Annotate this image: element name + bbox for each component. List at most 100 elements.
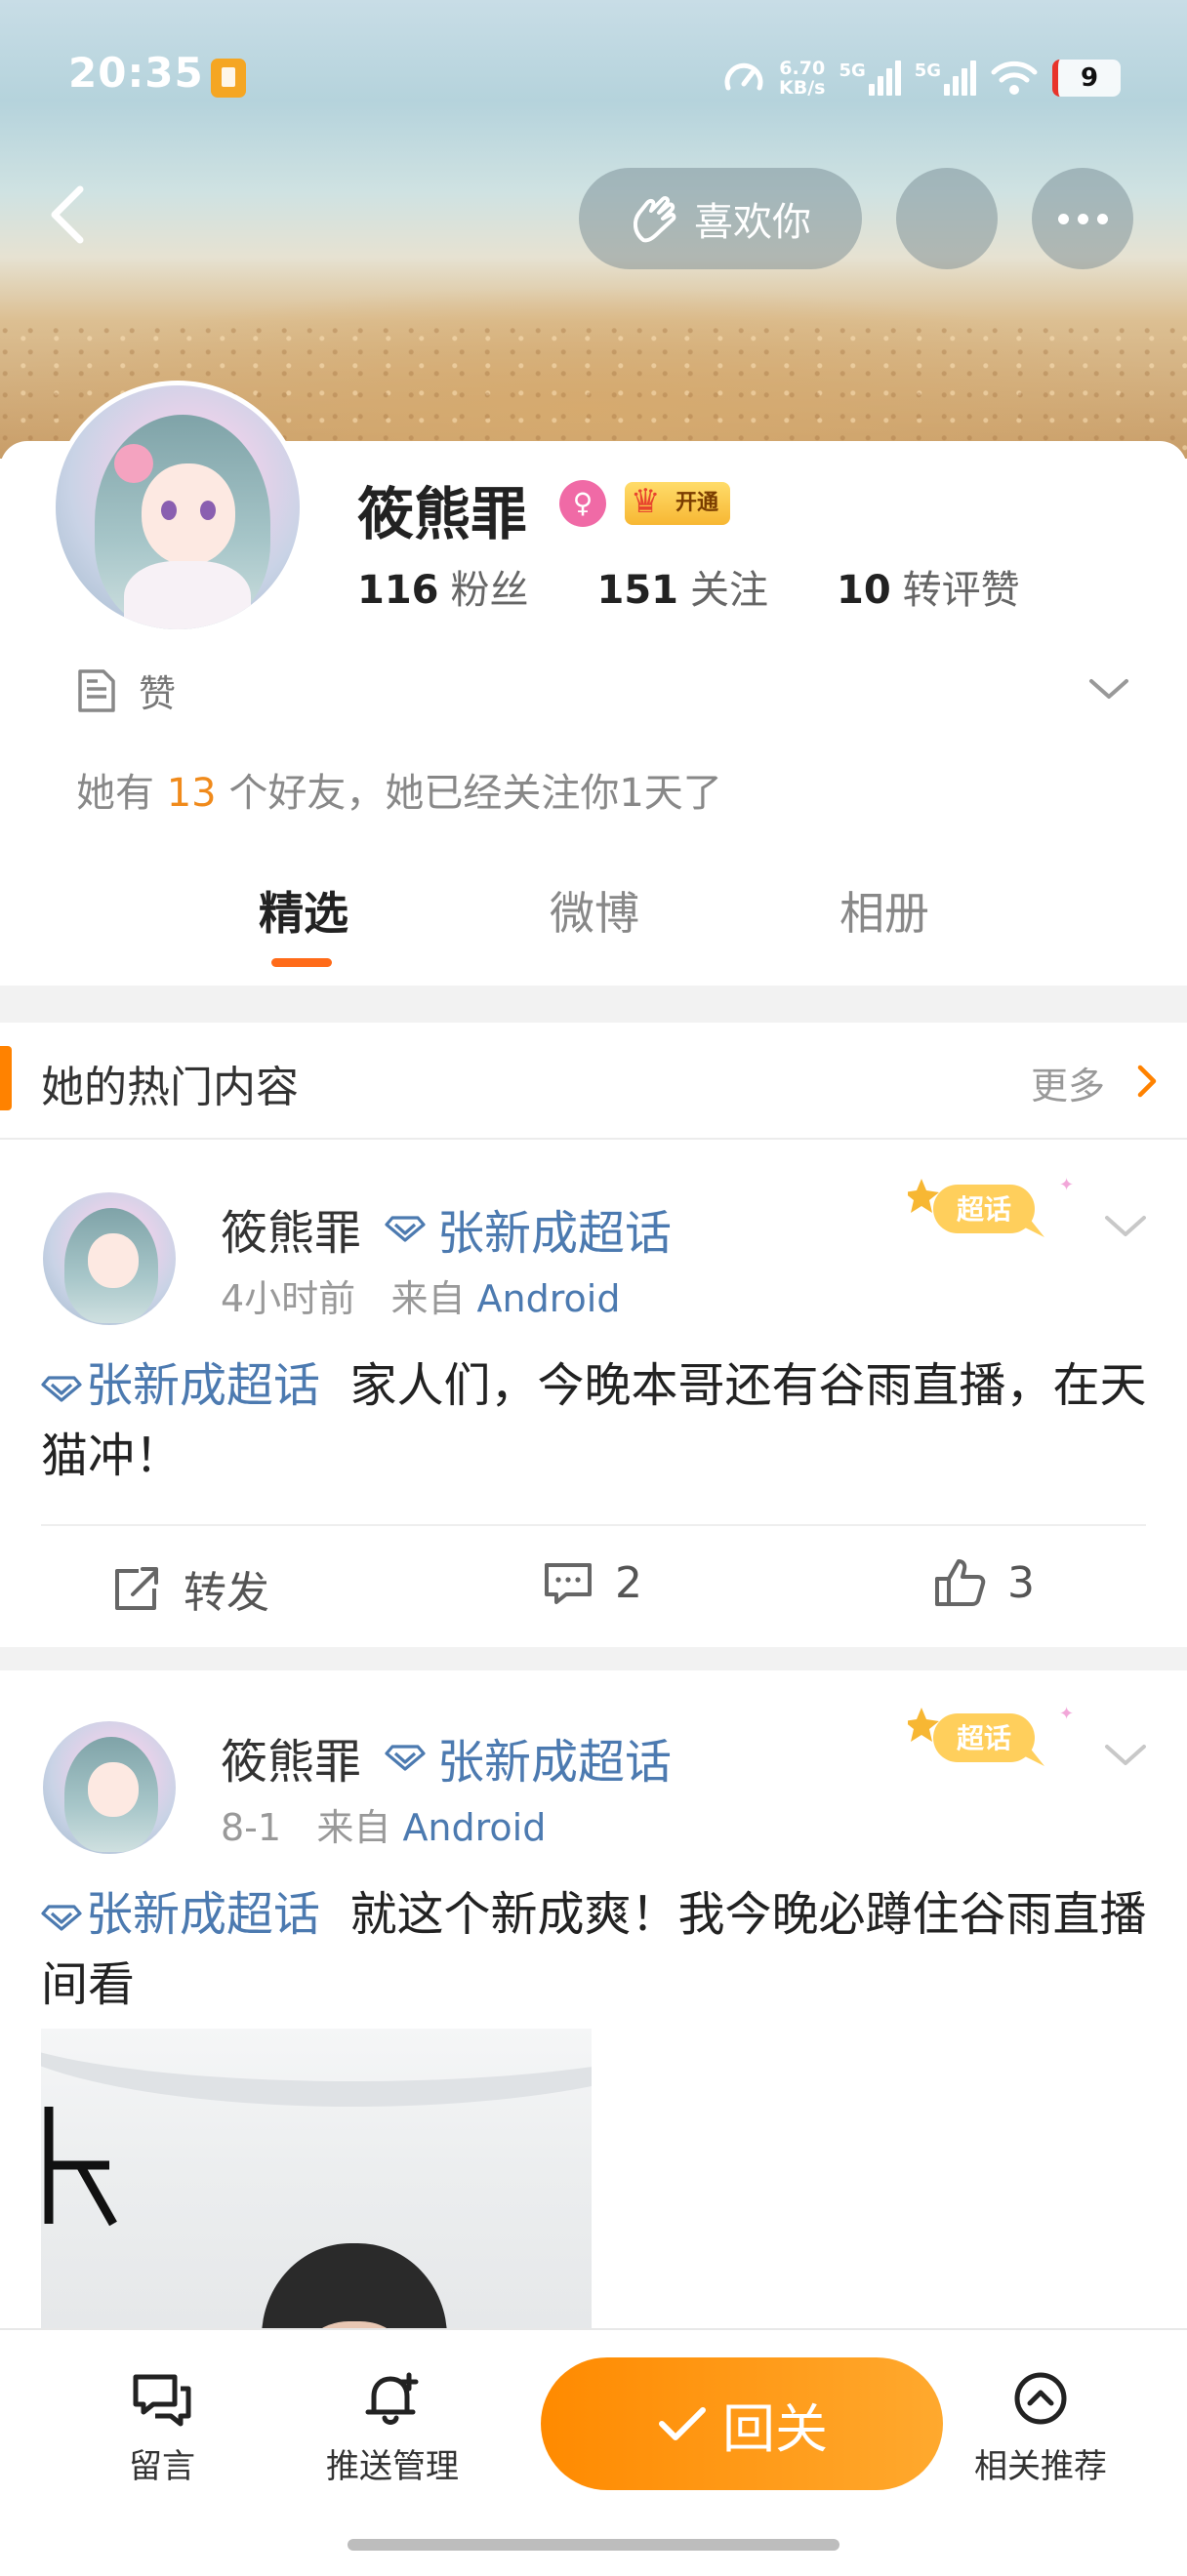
stat-label: 关注 (690, 568, 768, 613)
repost-label: 转发 (184, 1568, 269, 1618)
document-icon (78, 668, 115, 712)
push-settings-label: 推送管理 (326, 2447, 459, 2486)
net-speed-value: 6.70 (779, 58, 826, 79)
comment-button[interactable]: 2 (541, 1557, 642, 1608)
post-topic[interactable]: 张新成超话 (385, 1723, 672, 1791)
tab-weibo[interactable]: 微博 (550, 878, 639, 943)
more-dot-icon (1096, 213, 1108, 224)
related-recommend-label: 相关推荐 (974, 2447, 1107, 2486)
bottom-action-bar: 留言 推送管理 回关 相关推荐 (0, 2328, 1187, 2576)
repost-icon (115, 1567, 158, 1610)
more-link[interactable]: 更多 (1031, 1056, 1105, 1109)
profile-name: 筱熊罪 (357, 481, 528, 547)
post-avatar[interactable] (43, 1721, 176, 1854)
post-card[interactable]: 筱熊罪 张新成超话 4小时前 来自 Android 超话 ✦ 张新成超话 家人们… (0, 1142, 1187, 1647)
like-you-label: 喜欢你 (694, 200, 811, 245)
home-indicator[interactable] (348, 2539, 839, 2551)
svg-text:✦: ✦ (1059, 1704, 1074, 1724)
stat-value: 151 (596, 568, 679, 613)
comment-icon (545, 1563, 592, 1604)
follow-back-label: 回关 (722, 2397, 828, 2460)
post-text-tag[interactable]: 张新成超话 (41, 1358, 320, 1413)
status-bar: 20:35 6.70 KB/s 5G 5G 9 (0, 0, 1187, 156)
thumbs-up-icon (935, 1559, 986, 1606)
supertopic-badge-icon: 超话 ✦ (908, 1704, 1074, 1766)
bell-plus-icon (365, 2372, 419, 2425)
like-count: 3 (1007, 1557, 1035, 1608)
message-button[interactable]: 留言 (64, 2369, 260, 2487)
supertopic-badge-label: 超话 (957, 1722, 1011, 1754)
post-meta: 4小时前 来自 Android (221, 1268, 620, 1322)
stat-fans[interactable]: 116 粉丝 (357, 558, 529, 615)
more-dot-icon (1057, 213, 1069, 224)
status-time: 20:35 (68, 49, 204, 97)
chevron-down-icon[interactable] (1085, 673, 1132, 703)
follow-back-button[interactable]: 回关 (541, 2357, 943, 2490)
back-button[interactable] (39, 176, 98, 254)
stat-following[interactable]: 151 关注 (597, 558, 769, 615)
profile-avatar[interactable] (51, 381, 305, 634)
repost-button[interactable]: 转发 (109, 1557, 269, 1620)
stat-value: 116 (357, 568, 439, 613)
vip-badge[interactable]: 开通 (625, 480, 730, 525)
notification-app-icon (211, 59, 246, 98)
chevron-down-icon[interactable] (1101, 1210, 1150, 1241)
signal-2: 5G (914, 60, 977, 96)
section-divider (0, 986, 1187, 1023)
post-text-tag-label: 张新成超话 (86, 1887, 321, 1942)
more-button[interactable] (1032, 168, 1133, 269)
speedometer-icon (724, 62, 763, 91)
diamond-icon (385, 1216, 426, 1242)
diamond-icon (41, 1376, 82, 1402)
like-button[interactable]: 3 (933, 1557, 1035, 1608)
post-from-label: 来自 (390, 1277, 466, 1320)
post-topic[interactable]: 张新成超话 (385, 1194, 672, 1263)
net-speed-unit: KB/s (779, 77, 826, 99)
post-text-tag[interactable]: 张新成超话 (41, 1887, 320, 1942)
chevron-down-icon[interactable] (1101, 1739, 1150, 1770)
supertopic-badge-label: 超话 (957, 1193, 1011, 1226)
stat-interactions[interactable]: 10 转评赞 (837, 558, 1020, 615)
post-card[interactable]: 筱熊罪 张新成超话 8-1 来自 Android 超话 ✦ 张新成超话 就这个新… (0, 1670, 1187, 2380)
related-recommend-button[interactable]: 相关推荐 (943, 2369, 1138, 2487)
diamond-icon (385, 1745, 426, 1771)
post-author[interactable]: 筱熊罪 (221, 1723, 361, 1791)
friends-info[interactable]: 她有 13 个好友，她已经关注你1天了 (76, 761, 722, 818)
post-avatar[interactable] (43, 1192, 176, 1325)
push-settings-button[interactable]: 推送管理 (295, 2369, 490, 2487)
hand-heart-icon (633, 195, 676, 243)
profile-tabs: 精选 微博 相册 (0, 868, 1187, 976)
bio-row[interactable]: 赞 (76, 664, 176, 717)
share-button[interactable] (896, 168, 998, 269)
net-speed: 6.70 KB/s (779, 59, 825, 98)
section-accent-bar (0, 1046, 12, 1110)
signal-1: 5G (839, 60, 901, 96)
friends-prefix: 她有 (76, 771, 154, 816)
post-text[interactable]: 张新成超话 就这个新成爽！我今晚必蹲住谷雨直播间看 (41, 1879, 1154, 2020)
tab-featured[interactable]: 精选 (259, 878, 348, 943)
post-text[interactable]: 张新成超话 家人们，今晚本哥还有谷雨直播，在天猫冲！ (41, 1350, 1154, 1491)
post-image[interactable] (41, 2029, 592, 2380)
hot-content-title: 她的热门内容 (41, 1063, 299, 1112)
profile-stats: 116 粉丝 151 关注 10 转评赞 (357, 558, 1020, 615)
post-author[interactable]: 筱熊罪 (221, 1194, 361, 1263)
message-icon (133, 2374, 191, 2427)
status-indicators: 6.70 KB/s 5G 5G 9 (722, 49, 1122, 107)
friends-count: 13 (166, 771, 217, 816)
female-icon: ♀ (559, 480, 606, 527)
active-tab-indicator (271, 958, 332, 967)
wifi-icon (991, 60, 1038, 95)
tab-album[interactable]: 相册 (839, 878, 929, 943)
post-source: Android (476, 1277, 621, 1320)
profile-page: 20:35 6.70 KB/s 5G 5G 9 喜欢你 筱熊罪 ♀ ♛ 开通 1… (0, 0, 1187, 2576)
post-source: Android (402, 1806, 547, 1849)
post-from-label: 来自 (316, 1806, 391, 1849)
signal-2-label: 5G (914, 60, 942, 81)
stat-label: 粉丝 (450, 568, 529, 613)
diamond-icon (41, 1905, 82, 1931)
like-you-button[interactable]: 喜欢你 (579, 168, 862, 269)
checkmark-icon (659, 2407, 706, 2440)
post-separator (0, 1647, 1187, 1670)
chevron-right-icon[interactable] (1132, 1062, 1162, 1101)
post-meta: 8-1 来自 Android (221, 1797, 546, 1851)
